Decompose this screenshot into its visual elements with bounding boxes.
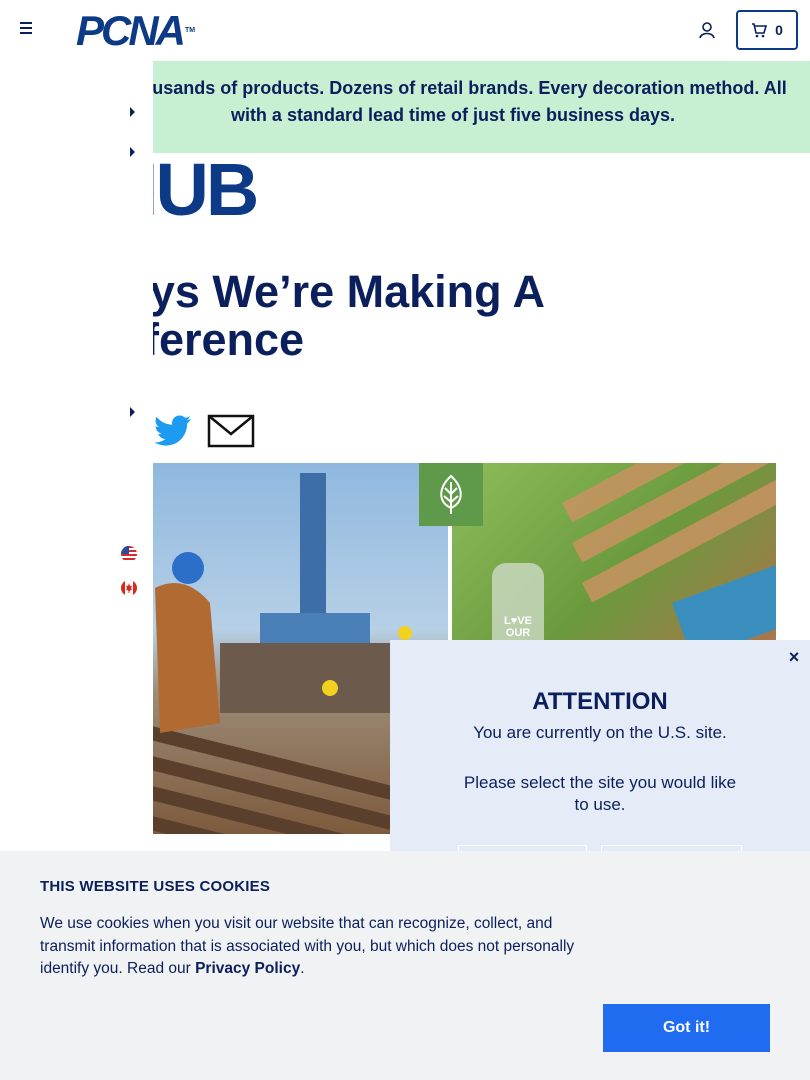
cookie-body: We use cookies when you visit our websit… <box>40 913 600 981</box>
cart-count: 0 <box>775 22 783 38</box>
privacy-policy-link[interactable]: Privacy Policy <box>195 960 300 977</box>
canada-flag-icon[interactable] <box>121 580 137 596</box>
got-it-button[interactable]: Got it! <box>603 1004 770 1052</box>
email-icon[interactable] <box>207 414 255 448</box>
site-select-modal <box>390 640 810 880</box>
cookie-title: THIS WEBSITE USES COOKIES <box>40 878 271 895</box>
bottle-label: L♥VE OUR <box>504 615 532 639</box>
modal-select-text: Please select the site you would like to… <box>463 773 737 814</box>
logo-tm: TM <box>185 27 196 34</box>
left-rail <box>0 60 153 850</box>
cookie-body-text: We use cookies when you visit our websit… <box>40 915 575 977</box>
chevron-right-icon[interactable] <box>130 107 135 117</box>
close-icon[interactable]: × <box>786 648 802 666</box>
cart-button[interactable]: 0 <box>736 10 798 50</box>
cookie-body-end: . <box>300 960 305 977</box>
logo-text: PCNA <box>76 7 186 54</box>
chevron-right-icon[interactable] <box>130 147 135 157</box>
menu-icon[interactable] <box>20 22 36 38</box>
us-flag-icon[interactable] <box>121 546 137 562</box>
leaf-icon <box>419 463 483 526</box>
header: PCNA TM 0 <box>0 0 810 60</box>
twitter-icon[interactable] <box>154 414 193 448</box>
pcna-logo[interactable]: PCNA TM <box>76 10 195 52</box>
cart-icon <box>752 23 768 38</box>
page: PCNA TM 0 Thousands of products. Dozens o… <box>0 0 810 1080</box>
modal-current-site-text: You are currently on the U.S. site. <box>473 723 727 742</box>
promo-banner-text: Thousands of products. Dozens of retail … <box>119 78 787 125</box>
promo-banner: Thousands of products. Dozens of retail … <box>60 61 810 153</box>
article-headline: Ways We’re Making A Difference <box>84 266 544 365</box>
chevron-right-icon[interactable] <box>130 407 135 417</box>
user-icon[interactable] <box>698 20 716 40</box>
modal-title: ATTENTION <box>532 688 668 715</box>
